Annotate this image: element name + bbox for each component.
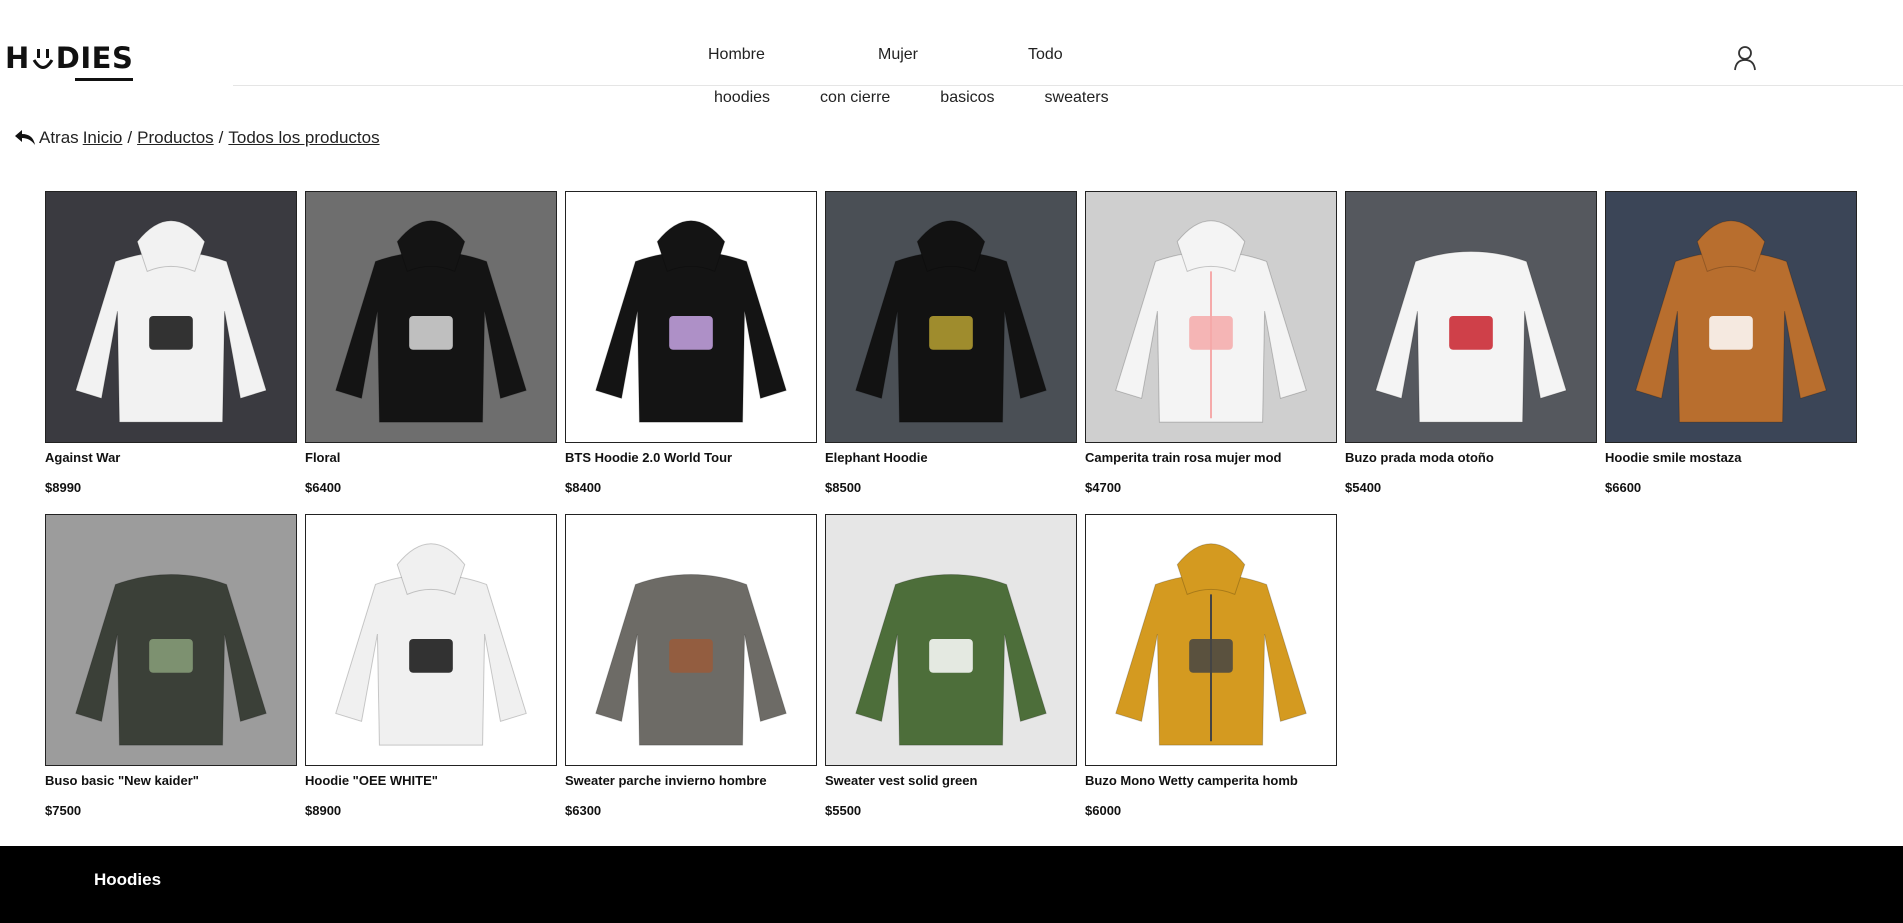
nav-item-mujer[interactable]: Mujer [878,46,1028,64]
product-card[interactable]: Sweater parche invierno hombre $6300 [565,514,817,829]
product-image[interactable] [1085,191,1337,443]
product-card[interactable]: Against War $8990 [45,191,297,506]
breadcrumb-productos[interactable]: Productos [137,128,214,148]
product-image[interactable] [565,191,817,443]
logo-underline [75,78,134,81]
product-card[interactable]: Buzo prada moda otoño $5400 [1345,191,1597,506]
product-price: $8990 [45,480,82,495]
footer-brand: Hoodies [94,870,162,889]
product-price: $6300 [565,803,602,818]
breadcrumb-separator: / [127,128,133,147]
product-price: $4700 [1085,480,1122,495]
product-price: $6400 [305,480,342,495]
product-name[interactable]: BTS Hoodie 2.0 World Tour [565,450,817,465]
product-price: $5500 [825,803,862,818]
product-grid: Against War $8990 Floral $6400 BTS Hoodi… [45,191,1857,829]
product-name[interactable]: Camperita train rosa mujer mod [1085,450,1337,465]
product-card[interactable]: Hoodie smile mostaza $6600 [1605,191,1857,506]
product-name[interactable]: Sweater vest solid green [825,773,1077,788]
product-image[interactable] [1085,514,1337,766]
footer: Hoodies [0,846,1903,923]
nav-item-todo[interactable]: Todo [1028,46,1063,64]
product-image[interactable] [565,514,817,766]
product-card[interactable]: Camperita train rosa mujer mod $4700 [1085,191,1337,506]
product-price: $7500 [45,803,82,818]
product-name[interactable]: Buzo prada moda otoño [1345,450,1597,465]
back-arrow-icon[interactable] [14,129,36,147]
sub-nav: hoodies con cierre basicos sweaters [714,89,1159,107]
header-divider [233,85,1903,86]
back-link[interactable]: Atras [39,128,79,148]
breadcrumb-todos-los-productos[interactable]: Todos los productos [228,128,379,148]
product-image[interactable] [305,191,557,443]
subnav-item-con-cierre[interactable]: con cierre [820,89,890,107]
product-name[interactable]: Buzo Mono Wetty camperita homb [1085,773,1337,788]
product-card[interactable]: Buzo Mono Wetty camperita homb $6000 [1085,514,1337,829]
nav-item-hombre[interactable]: Hombre [708,46,878,64]
product-card[interactable]: Buso basic "New kaider" $7500 [45,514,297,829]
product-name[interactable]: Elephant Hoodie [825,450,1077,465]
product-price: $8900 [305,803,342,818]
logo-text-left: H [5,41,30,75]
product-image[interactable] [825,191,1077,443]
logo-text-right: DIES [55,41,134,75]
product-name[interactable]: Floral [305,450,557,465]
breadcrumb-separator: / [218,128,224,147]
product-price: $5400 [1345,480,1382,495]
product-image[interactable] [825,514,1077,766]
product-price: $8400 [565,480,602,495]
product-card[interactable]: BTS Hoodie 2.0 World Tour $8400 [565,191,817,506]
product-image[interactable] [45,514,297,766]
breadcrumb: Atras Inicio / Productos / Todos los pro… [14,128,380,148]
main-nav: Hombre Mujer Todo [708,46,1063,64]
subnav-item-hoodies[interactable]: hoodies [714,89,770,107]
product-price: $6000 [1085,803,1122,818]
smile-icon [32,45,54,71]
product-name[interactable]: Against War [45,450,297,465]
product-price: $6600 [1605,480,1642,495]
product-image[interactable] [1345,191,1597,443]
product-name[interactable]: Hoodie "OEE WHITE" [305,773,557,788]
product-card[interactable]: Hoodie "OEE WHITE" $8900 [305,514,557,829]
product-card[interactable]: Elephant Hoodie $8500 [825,191,1077,506]
subnav-item-basicos[interactable]: basicos [940,89,994,107]
user-icon[interactable] [1733,45,1757,71]
brand-logo[interactable]: H DIES [5,38,134,81]
product-image[interactable] [45,191,297,443]
product-image[interactable] [305,514,557,766]
product-card[interactable]: Sweater vest solid green $5500 [825,514,1077,829]
product-image[interactable] [1605,191,1857,443]
product-name[interactable]: Buso basic "New kaider" [45,773,297,788]
product-name[interactable]: Hoodie smile mostaza [1605,450,1857,465]
subnav-item-sweaters[interactable]: sweaters [1045,89,1109,107]
product-price: $8500 [825,480,862,495]
product-name[interactable]: Sweater parche invierno hombre [565,773,817,788]
product-card[interactable]: Floral $6400 [305,191,557,506]
breadcrumb-inicio[interactable]: Inicio [83,128,123,148]
